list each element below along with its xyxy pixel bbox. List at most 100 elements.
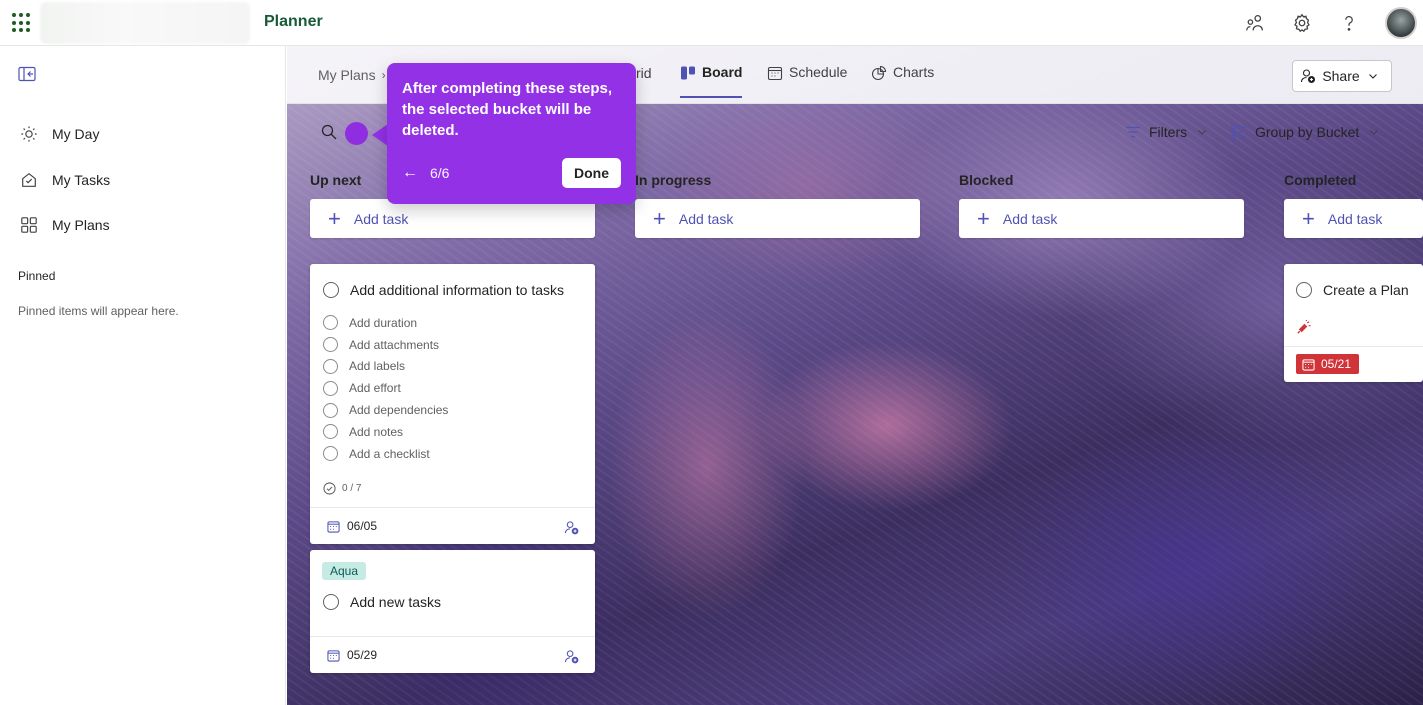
share-people-icon[interactable]	[1244, 12, 1266, 34]
collapse-nav-icon[interactable]	[18, 66, 36, 82]
task-title-row: Add additional information to tasks	[323, 282, 595, 298]
checklist-checkbox[interactable]	[323, 446, 338, 462]
checklist-item[interactable]: Add attachments	[323, 334, 595, 356]
check-circle-icon	[323, 481, 336, 495]
top-actions	[1244, 0, 1423, 46]
tour-popover: After completing these steps, the select…	[387, 63, 636, 204]
tab-label: Charts	[893, 64, 935, 80]
checklist-checkbox[interactable]	[323, 424, 338, 440]
pinned-empty-message: Pinned items will appear here.	[18, 304, 179, 318]
label-pill[interactable]: Aqua	[322, 562, 367, 580]
priority-urgent-icon	[1297, 320, 1311, 334]
calendar-icon	[327, 649, 340, 662]
filters-label: Filters	[1149, 124, 1188, 140]
share-button[interactable]: Share	[1292, 60, 1392, 92]
checklist-item[interactable]: Add a checklist	[323, 443, 595, 465]
add-task-label: Add task	[353, 210, 409, 227]
bucket-title[interactable]: In progress	[635, 172, 711, 188]
help-icon[interactable]	[1338, 12, 1360, 34]
bucket-title[interactable]: Completed	[1284, 172, 1356, 188]
chart-icon	[871, 65, 887, 81]
overdue-date[interactable]: 05/21	[1296, 354, 1360, 374]
complete-task-checkbox[interactable]	[1296, 282, 1312, 298]
card-footer: 05/29	[310, 636, 595, 673]
checklist-item[interactable]: Add effort	[323, 377, 595, 399]
pinned-section-title: Pinned	[18, 269, 56, 283]
checklist-checkbox[interactable]	[323, 337, 338, 353]
task-card[interactable]: Create a Plan 05/21	[1284, 264, 1423, 382]
tab-schedule[interactable]: Schedule	[767, 64, 847, 98]
board-icon	[681, 66, 695, 80]
complete-task-checkbox[interactable]	[323, 594, 339, 610]
share-label: Share	[1322, 68, 1360, 84]
due-date-text: 06/05	[347, 519, 378, 533]
plus-icon: +	[328, 205, 341, 231]
task-title-row: Create a Plan	[1296, 282, 1423, 298]
breadcrumb[interactable]: My Plans ›	[318, 67, 386, 83]
nav-label: My Day	[52, 126, 100, 142]
progress-text: 0 / 7	[342, 482, 362, 494]
checklist-checkbox[interactable]	[323, 380, 338, 396]
assign-person-icon[interactable]	[564, 649, 579, 664]
assign-person-icon[interactable]	[564, 520, 579, 535]
tab-board[interactable]: Board	[680, 64, 743, 98]
tour-message: After completing these steps, the select…	[402, 80, 613, 139]
org-logo	[40, 2, 250, 44]
checklist-item[interactable]: Add labels	[323, 356, 595, 378]
group-by-button[interactable]: Group by Bucket	[1231, 124, 1379, 140]
back-arrow-icon[interactable]: ←	[402, 164, 420, 182]
add-task-label: Add task	[1002, 210, 1058, 227]
done-button[interactable]: Done	[562, 158, 621, 188]
chevron-down-icon	[1370, 130, 1379, 135]
checklist-item[interactable]: Add dependencies	[323, 399, 595, 421]
home-check-icon	[22, 172, 36, 187]
plus-icon: +	[977, 205, 990, 231]
search-icon[interactable]	[321, 124, 337, 140]
task-card[interactable]: Aqua Add new tasks 05/29	[310, 550, 595, 673]
add-task-button[interactable]: + Add task	[959, 199, 1244, 238]
chevron-right-icon: ›	[381, 68, 386, 82]
nav-item-my-tasks[interactable]: My Tasks	[20, 168, 110, 192]
tab-label: Board	[702, 64, 743, 80]
nav-item-my-day[interactable]: My Day	[20, 122, 99, 146]
task-title-row: Add new tasks	[323, 594, 595, 610]
card-footer: 05/21	[1284, 346, 1423, 376]
complete-task-checkbox[interactable]	[323, 282, 339, 298]
task-title: Create a Plan	[1323, 282, 1409, 298]
bucket-title[interactable]: Up next	[310, 172, 361, 188]
calendar-icon	[327, 520, 340, 533]
bucket-title[interactable]: Blocked	[959, 172, 1013, 188]
checklist-item[interactable]: Add duration	[323, 312, 595, 334]
chevron-down-icon	[1198, 130, 1207, 135]
card-footer: 06/05	[310, 507, 595, 544]
person-add-icon	[1301, 69, 1316, 84]
due-date[interactable]: 05/29	[327, 648, 377, 662]
filters-button[interactable]: Filters	[1125, 124, 1207, 140]
nav-item-my-plans[interactable]: My Plans	[20, 213, 110, 237]
tab-grid[interactable]: rid	[636, 65, 652, 81]
list-icon	[1231, 124, 1246, 140]
group-by-label: Group by Bucket	[1255, 124, 1360, 140]
gear-icon[interactable]	[1291, 12, 1313, 34]
app-launcher-icon[interactable]	[10, 11, 34, 35]
breadcrumb-my-plans[interactable]: My Plans	[318, 67, 376, 83]
nav-label: My Plans	[52, 217, 110, 233]
top-bar: Planner	[0, 0, 1423, 46]
checklist-progress: 0 / 7	[323, 481, 595, 495]
task-card[interactable]: Add additional information to tasks Add …	[310, 264, 595, 544]
tab-charts[interactable]: Charts	[871, 64, 934, 98]
checklist-checkbox[interactable]	[323, 315, 338, 331]
add-task-button[interactable]: + Add task	[635, 199, 920, 238]
checklist-checkbox[interactable]	[323, 358, 338, 374]
due-date[interactable]: 06/05	[327, 519, 377, 533]
checklist-item[interactable]: Add notes	[323, 421, 595, 443]
add-task-button[interactable]: + Add task	[310, 199, 595, 238]
add-task-button[interactable]: + Add task	[1284, 199, 1423, 238]
tour-hotspot[interactable]	[345, 122, 368, 145]
avatar[interactable]	[1385, 7, 1417, 39]
chevron-down-icon	[1368, 74, 1377, 79]
checklist-checkbox[interactable]	[323, 402, 338, 418]
due-date-text: 05/29	[347, 648, 378, 662]
tour-pointer	[372, 124, 388, 146]
grid-icon	[21, 217, 37, 233]
